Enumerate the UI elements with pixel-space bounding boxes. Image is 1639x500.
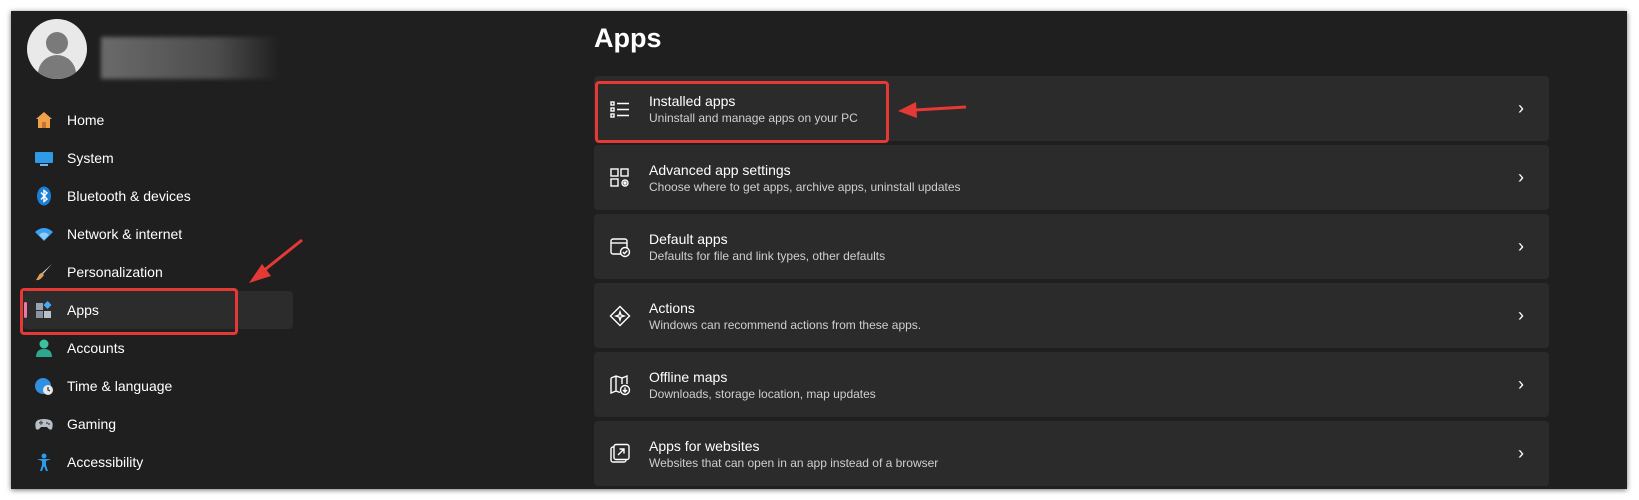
annotation-arrows [249, 102, 967, 283]
arrow-to-apps [249, 238, 303, 283]
arrow-to-installed-apps [898, 102, 967, 118]
